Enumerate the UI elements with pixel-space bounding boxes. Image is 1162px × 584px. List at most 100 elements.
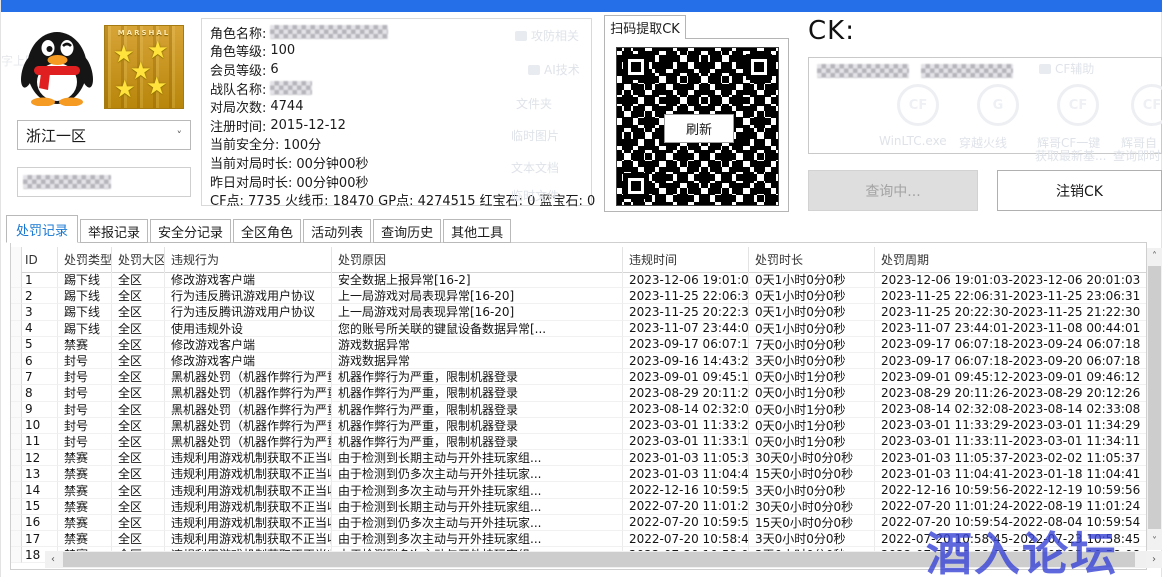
horizontal-scrollbar[interactable]: ‹ › [45,551,1162,568]
table-cell: 游戏数据异常 [332,337,623,353]
desktop-ghost-label: 辉哥CF一键 [1037,134,1100,151]
vertical-scrollbar[interactable]: ˄ ˅ [1147,248,1162,550]
table-cell: 2023-11-25 22:06:31 [623,288,749,304]
table-cell: 14 [22,482,58,498]
column-header-5[interactable]: 违规时间 [623,247,749,272]
scroll-right-icon[interactable]: › [1146,551,1162,568]
censored-account-text [23,175,111,189]
table-row[interactable]: 13禁赛全区违规利用游戏机制获取不正当收...由于检测到仍多次主动与开外挂玩家.… [11,466,1147,482]
table-row[interactable]: 8封号全区黑机器处罚（机器作弊行为严重）机器作弊行为严重，限制机器登录2023-… [11,385,1147,401]
table-cell: 2023-08-14 02:32:08-2023-08-14 02:33:08 [875,402,1147,418]
table-cell: 0天0小时1分0秒 [749,369,875,385]
region-select-value: 浙江一区 [26,125,86,146]
info-line: 角色等级:100 [210,42,591,61]
row-gutter [11,515,22,531]
table-cell: 2022-07-20 11:01:24 [623,499,749,515]
qr-group-title: 扫码提取CK [604,15,686,39]
column-header-0[interactable]: ID [22,247,58,272]
table-row[interactable]: 10封号全区黑机器处罚（机器作弊行为严重）机器作弊行为严重，限制机器登录2023… [11,418,1147,434]
table-row[interactable]: 11封号全区黑机器处罚（机器作弊行为严重）机器作弊行为严重，限制机器登录2023… [11,434,1147,450]
ck-value-box[interactable]: CF辅助 CF G CF CF WinLTC.exe穿越火线辉哥CF一键辉哥自获… [808,57,1162,154]
table-cell: 2023-03-01 11:33:29 [623,418,749,434]
tab-2[interactable]: 安全分记录 [150,219,231,243]
tab-1[interactable]: 举报记录 [80,219,148,243]
table-cell: 您的账号所关联的键鼠设备数据异常[... [332,321,623,337]
row-gutter [11,369,22,385]
table-cell: 全区 [112,499,165,515]
table-cell: 3天0小时0分0秒 [749,482,875,498]
table-row[interactable]: 6封号全区修改游戏客户端游戏数据异常2023-09-16 14:43:293天0… [11,353,1147,369]
table-cell: 2023-12-06 19:01:03 [623,272,749,288]
table-cell: 10 [22,418,58,434]
desktop-ghost-label: 获取最新基... [1035,147,1106,164]
ghost-cf-icon: CF [1057,84,1099,126]
table-cell: 9 [22,402,58,418]
column-header-2[interactable]: 处罚大区 [112,247,165,272]
column-header-1[interactable]: 处罚类型 [58,247,112,272]
table-cell: 封号 [58,385,112,401]
tab-4[interactable]: 活动列表 [303,219,371,243]
table-cell: 2023-01-03 11:05:37-2023-02-02 11:05:37 [875,450,1147,466]
grid-header-row: ID处罚类型处罚大区违规行为处罚原因违规时间处罚时长处罚周期 [11,247,1147,273]
censored-ck-text [921,64,1013,78]
window-title-bar[interactable] [1,0,1162,12]
info-label: 当前对局时长: [210,153,292,172]
horizontal-scroll-thumb[interactable] [63,552,1135,567]
scroll-up-icon[interactable]: ˄ [1147,248,1162,265]
chevron-down-icon: ˅ [177,129,183,142]
refresh-button[interactable]: 刷新 [664,114,734,143]
tab-3[interactable]: 全区角色 [233,219,301,243]
table-cell: 2023-11-25 20:22:30-2023-11-25 21:22:30 [875,304,1147,320]
table-cell: 2023-01-03 11:04:41-2023-01-18 11:04:41 [875,466,1147,482]
region-select[interactable]: 浙江一区 ˅ [17,120,191,150]
tab-6[interactable]: 其他工具 [443,219,511,243]
table-cell: 2022-07-20 10:59:54-2022-08-04 10:59:54 [875,515,1147,531]
table-cell: 使用违规外设 [165,321,332,337]
table-cell: 16 [22,515,58,531]
table-row[interactable]: 7封号全区黑机器处罚（机器作弊行为严重）机器作弊行为严重，限制机器登录2023-… [11,369,1147,385]
table-cell: 全区 [112,450,165,466]
info-line: 昨日对局时长:00分钟00秒 [210,172,591,191]
table-row[interactable]: 16禁赛全区违规利用游戏机制获取不正当收...由于检测到仍多次主动与开外挂玩家.… [11,515,1147,531]
table-cell: 上一局游戏对局表现异常[16-20] [332,288,623,304]
table-cell: 禁赛 [58,466,112,482]
table-cell: 修改游戏客户端 [165,337,332,353]
table-row[interactable]: 17禁赛全区违规利用游戏机制获取不正当收...由于检测到多次主动与开外挂玩家组.… [11,531,1147,547]
table-row[interactable]: 4踢下线全区使用违规外设您的账号所关联的键鼠设备数据异常[...2023-11-… [11,321,1147,337]
scroll-down-icon[interactable]: ˅ [1147,533,1162,550]
table-row[interactable]: 5禁赛全区修改游戏客户端游戏数据异常2023-09-17 06:07:187天0… [11,337,1147,353]
table-row[interactable]: 2踢下线全区行为违反腾讯游戏用户协议上一局游戏对局表现异常[16-20]2023… [11,288,1147,304]
scroll-left-icon[interactable]: ‹ [45,551,61,568]
table-cell: 2022-07-20 11:01:24-2022-08-19 11:01:24 [875,499,1147,515]
table-cell: 上一局游戏对局表现异常[16-20] [332,304,623,320]
table-cell: 由于检测到仍多次主动与开外挂玩家... [332,515,623,531]
row-gutter [11,304,22,320]
row-gutter [11,353,22,369]
table-cell: 17 [22,531,58,547]
account-id-field[interactable] [17,167,191,197]
table-row[interactable]: 9封号全区黑机器处罚（机器作弊行为严重）机器作弊行为严重，限制机器登录2023-… [11,402,1147,418]
column-header-3[interactable]: 违规行为 [165,247,332,272]
tab-5[interactable]: 查询历史 [373,219,441,243]
table-cell: 禁赛 [58,450,112,466]
table-row[interactable]: 14禁赛全区违规利用游戏机制获取不正当收...由于检测到多次主动与开外挂玩家组.… [11,482,1147,498]
column-header-7[interactable]: 处罚周期 [875,247,1147,272]
qr-code: 刷新 [616,47,779,206]
table-cell: 2023-03-01 11:33:11-2023-03-01 11:34:11 [875,434,1147,450]
query-button[interactable]: 查询中... [808,170,978,211]
table-row[interactable]: 1踢下线全区修改游戏客户端安全数据上报异常[16-2]2023-12-06 19… [11,272,1147,288]
column-header-6[interactable]: 处罚时长 [749,247,875,272]
column-header-4[interactable]: 处罚原因 [332,247,623,272]
logout-ck-button[interactable]: 注销CK [997,170,1162,211]
vertical-scroll-thumb[interactable] [1148,266,1161,529]
table-cell: 全区 [112,531,165,547]
table-cell: 踢下线 [58,288,112,304]
table-row[interactable]: 3踢下线全区行为违反腾讯游戏用户协议上一局游戏对局表现异常[16-20]2023… [11,304,1147,320]
tab-0[interactable]: 处罚记录 [6,215,78,243]
table-cell: 全区 [112,482,165,498]
row-gutter [11,418,22,434]
info-value: 100 [270,43,295,58]
table-cell: 0天0小时1分0秒 [749,434,875,450]
table-row[interactable]: 15禁赛全区违规利用游戏机制获取不正当收...由于检测到长期主动与开外挂玩家组.… [11,499,1147,515]
table-row[interactable]: 12禁赛全区违规利用游戏机制获取不正当收...由于检测到长期主动与开外挂玩家组.… [11,450,1147,466]
